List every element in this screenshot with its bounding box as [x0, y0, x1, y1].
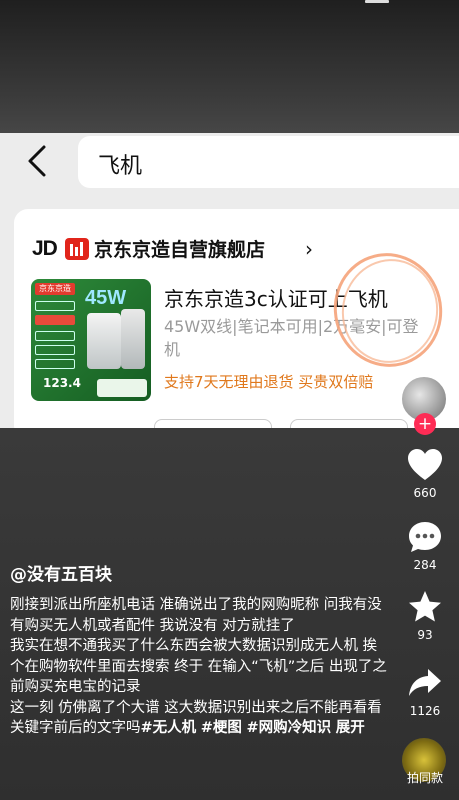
post-caption: 刚接到派出所座机电话 准确说出了我的网购昵称 问我有没有购买无人机或者配件 我说…	[10, 595, 390, 739]
share-count: 1126	[409, 704, 441, 718]
power-bank-image	[87, 313, 121, 369]
video-screenshot: 飞机 JD 京东京造自营旗舰店 › 京东京造 45W 123.4 京东京造3c认…	[0, 133, 459, 428]
store-name: 京东京造自营旗舰店	[94, 239, 266, 261]
heart-icon	[408, 449, 442, 480]
thumbnail-tag	[35, 345, 75, 355]
search-query: 飞机	[98, 154, 143, 179]
power-bank-image	[121, 309, 145, 369]
hashtag[interactable]: #网购冷知识	[247, 720, 332, 736]
star-icon	[409, 591, 441, 622]
expand-link[interactable]: 展开	[336, 720, 365, 736]
thumbnail-tag	[35, 331, 75, 341]
thumbnail-price: 123.4	[43, 376, 81, 390]
card-button	[154, 419, 272, 428]
card-button	[290, 419, 408, 428]
thumbnail-tag	[35, 315, 75, 325]
author-avatar[interactable]: +	[400, 375, 450, 435]
bar-chart-icon	[65, 238, 89, 260]
share-button[interactable]: 1126	[400, 666, 450, 718]
thumbnail-badge	[97, 379, 147, 397]
follow-plus-button[interactable]: +	[414, 413, 436, 435]
like-count: 660	[413, 486, 437, 500]
thumbnail-brand: 京东京造	[35, 283, 75, 295]
music-label[interactable]: 拍同款	[400, 769, 450, 786]
chevron-right-icon: ›	[305, 237, 313, 261]
product-thumbnail: 京东京造 45W 123.4	[31, 279, 151, 401]
jd-logo: JD	[32, 237, 58, 260]
service-note: 支持7天无理由退货 买贵双倍赔	[164, 373, 374, 391]
comment-count: 284	[413, 558, 437, 572]
status-indicator	[365, 0, 389, 3]
hashtag[interactable]: #梗图	[201, 720, 242, 736]
favorite-button[interactable]: 93	[400, 590, 450, 642]
back-arrow-icon	[28, 145, 46, 177]
like-button[interactable]: 660	[400, 448, 450, 500]
thumbnail-capacity: 45W	[85, 287, 127, 309]
caption-text: 刚接到派出所座机电话 准确说出了我的网购昵称 问我有没有购买无人机或者配件 我说…	[10, 597, 387, 736]
author-username[interactable]: @没有五百块	[10, 560, 112, 585]
favorite-count: 93	[417, 628, 433, 642]
thumbnail-tag	[35, 301, 75, 311]
search-box: 飞机	[78, 136, 459, 188]
comment-button[interactable]: 284	[400, 520, 450, 572]
top-dark-area	[0, 0, 459, 135]
hashtag[interactable]: #无人机	[141, 720, 197, 736]
comment-icon	[409, 522, 441, 552]
thumbnail-tag	[35, 359, 75, 369]
share-arrow-icon	[409, 669, 441, 696]
